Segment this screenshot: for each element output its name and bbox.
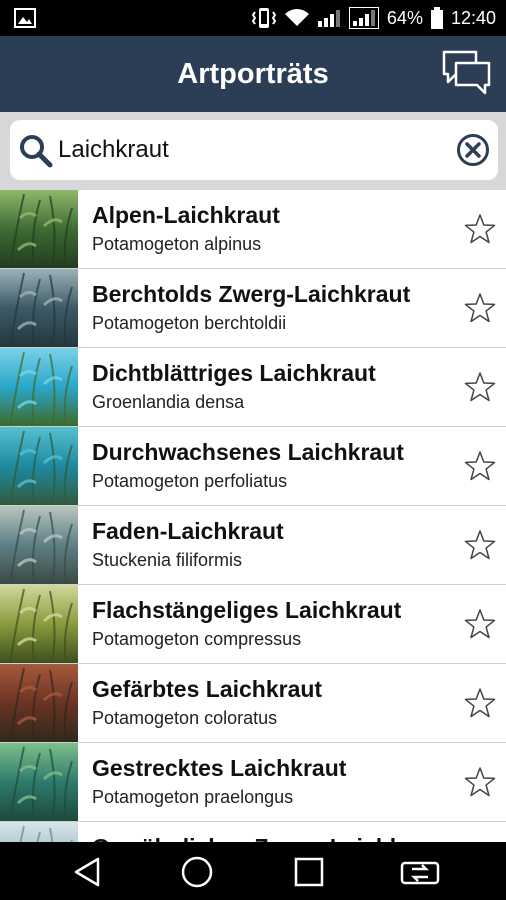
species-latin-name: Potamogeton perfoliatus	[92, 471, 288, 491]
species-name: Berchtolds Zwerg-Laichkraut	[92, 281, 411, 307]
search-bar: Laichkraut	[0, 112, 506, 190]
species-thumbnail	[0, 822, 78, 842]
star-icon[interactable]	[464, 529, 496, 561]
search-input[interactable]: Laichkraut	[10, 120, 498, 180]
list-item[interactable]: Gewöhnliches Zwerg-Laichkr	[0, 822, 506, 842]
search-query[interactable]: Laichkraut	[58, 120, 169, 180]
species-latin-name: Groenlandia densa	[92, 392, 245, 412]
recents-icon[interactable]	[292, 855, 326, 889]
species-thumbnail	[0, 348, 78, 426]
list-item[interactable]: Gefärbtes Laichkraut Potamogeton coloratu…	[0, 664, 506, 743]
species-name: Gestrecktes Laichkraut	[92, 755, 347, 781]
species-name: Gefärbtes Laichkraut	[92, 676, 323, 702]
image-icon	[14, 8, 36, 28]
species-thumbnail	[0, 664, 78, 742]
list-item[interactable]: Faden-Laichkraut Stuckenia filiformis	[0, 506, 506, 585]
species-name: Alpen-Laichkraut	[92, 202, 280, 228]
star-icon[interactable]	[464, 608, 496, 640]
app-bar: Artporträts	[0, 36, 506, 112]
species-latin-name: Potamogeton berchtoldii	[92, 313, 287, 333]
signal-icon	[317, 10, 340, 27]
clock: 12:40	[450, 7, 496, 28]
home-icon[interactable]	[180, 855, 214, 889]
species-thumbnail	[0, 743, 78, 821]
battery-icon	[430, 7, 443, 29]
species-thumbnail	[0, 506, 78, 584]
search-icon	[20, 135, 53, 168]
star-icon[interactable]	[464, 213, 496, 245]
screen-switch-icon[interactable]	[400, 855, 440, 889]
species-name: Flachstängeliges Laichkraut	[92, 597, 402, 623]
star-icon[interactable]	[464, 766, 496, 798]
page-title: Artporträts	[177, 57, 329, 90]
star-icon[interactable]	[464, 292, 496, 324]
species-thumbnail	[0, 427, 78, 505]
species-latin-name: Potamogeton praelongus	[92, 787, 294, 807]
status-bar: 64% 12:40	[0, 0, 506, 36]
list-item[interactable]: Flachstängeliges Laichkraut Potamogeton c…	[0, 585, 506, 664]
species-latin-name: Potamogeton coloratus	[92, 708, 278, 728]
star-icon[interactable]	[464, 450, 496, 482]
species-latin-name: Potamogeton compressus	[92, 629, 302, 649]
chat-bubbles-icon[interactable]	[442, 50, 492, 96]
star-icon[interactable]	[464, 371, 496, 403]
list-item[interactable]: Durchwachsenes Laichkraut Potamogeton per…	[0, 427, 506, 506]
back-icon[interactable]	[70, 855, 104, 889]
species-list: Alpen-Laichkraut Potamogeton alpinus Berch…	[0, 190, 506, 842]
list-item[interactable]: Berchtolds Zwerg-Laichkraut Potamogeton b…	[0, 269, 506, 348]
list-item[interactable]: Alpen-Laichkraut Potamogeton alpinus	[0, 190, 506, 269]
species-thumbnail	[0, 269, 78, 347]
species-latin-name: Potamogeton alpinus	[92, 234, 262, 254]
species-name: Durchwachsenes Laichkraut	[92, 439, 404, 465]
list-item[interactable]: Gestrecktes Laichkraut Potamogeton praelo…	[0, 743, 506, 822]
species-thumbnail	[0, 585, 78, 663]
wifi-icon	[284, 9, 309, 26]
species-thumbnail	[0, 190, 78, 268]
star-icon[interactable]	[464, 687, 496, 719]
battery-percent: 64%	[386, 7, 423, 28]
clear-icon[interactable]	[456, 133, 490, 167]
species-name: Gewöhnliches Zwerg-Laichkr	[92, 834, 412, 842]
vibrate-icon	[251, 8, 277, 28]
signal-icon	[348, 7, 379, 29]
species-latin-name: Stuckenia filiformis	[92, 550, 243, 570]
species-name: Faden-Laichkraut	[92, 518, 284, 544]
species-name: Dichtblättriges Laichkraut	[92, 360, 376, 386]
list-item[interactable]: Dichtblättriges Laichkraut Groenlandia de…	[0, 348, 506, 427]
navigation-bar	[0, 842, 506, 900]
